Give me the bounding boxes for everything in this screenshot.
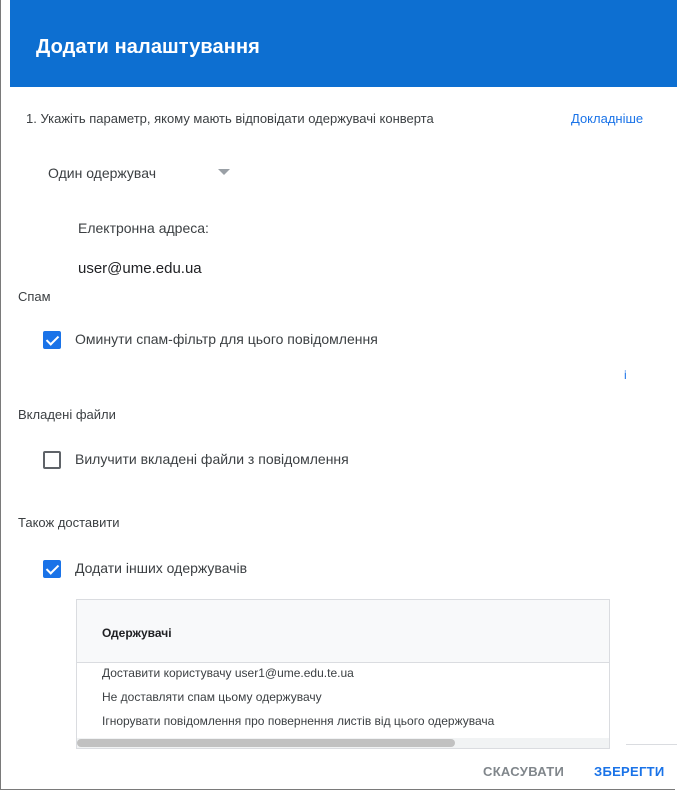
recipient-select[interactable]: Один одержувач — [38, 160, 238, 186]
step1-label: 1. Укажіть параметр, якому мають відпові… — [26, 111, 434, 126]
recipient-select-value: Один одержувач — [48, 165, 156, 181]
table-row[interactable]: Ігнорувати повідомлення про повернення л… — [102, 714, 494, 728]
table-row[interactable]: Доставити користувачу user1@ume.edu.te.u… — [102, 666, 354, 680]
scrollbar-thumb[interactable] — [77, 739, 455, 747]
cancel-button[interactable]: СКАСУВАТИ — [483, 764, 564, 779]
recipients-column-header: Одержувачі — [102, 626, 172, 640]
remove-attachments-checkbox[interactable] — [43, 451, 61, 469]
dialog-header: Додати налаштування — [10, 0, 677, 87]
recipients-table-header: Одержувачі — [77, 600, 609, 663]
spam-bypass-checkbox[interactable] — [43, 331, 61, 349]
remove-attachments-label: Вилучити вкладені файли з повідомлення — [75, 451, 349, 467]
spam-bypass-label: Оминути спам-фільтр для цього повідомлен… — [75, 331, 378, 347]
chevron-down-icon — [218, 169, 230, 175]
attachments-heading: Вкладені файли — [18, 407, 116, 422]
info-icon[interactable]: i — [624, 368, 627, 382]
dialog-title: Додати налаштування — [36, 36, 260, 58]
spam-heading: Спам — [18, 289, 51, 304]
save-button[interactable]: ЗБЕРЕГТИ — [594, 764, 665, 779]
table-row[interactable]: Не доставляти спам цьому одержувачу — [102, 690, 322, 704]
recipients-table: Одержувачі Доставити користувачу user1@u… — [76, 599, 610, 749]
email-value[interactable]: user@ume.edu.ua — [78, 260, 202, 277]
email-label: Електронна адреса: — [78, 220, 209, 236]
learn-more-link[interactable]: Докладніше — [571, 111, 643, 126]
also-deliver-heading: Також доставити — [18, 515, 120, 530]
footer-divider — [626, 744, 677, 745]
add-recipients-checkbox[interactable] — [43, 560, 61, 578]
add-recipients-label: Додати інших одержувачів — [75, 560, 248, 576]
horizontal-scrollbar[interactable] — [77, 738, 609, 748]
